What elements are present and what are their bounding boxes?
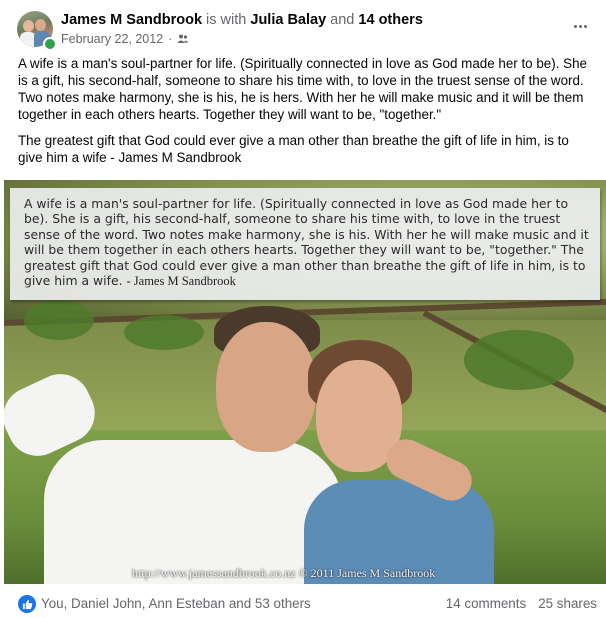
comments-count-link[interactable]: 14 comments [446, 596, 526, 611]
photo-man-face [216, 322, 316, 452]
like-icon[interactable] [18, 595, 36, 613]
facebook-post: James M Sandbrook is with Julia Balay an… [0, 0, 606, 618]
photo-caption: A wife is a man's soul-partner for life.… [24, 196, 596, 289]
photo-caption-box: A wife is a man's soul-partner for life.… [10, 188, 600, 300]
photo-caption-text: A wife is a man's soul-partner for life.… [24, 196, 589, 289]
photo-caption-signature: - James M Sandbrook [126, 274, 236, 289]
photo-foliage [124, 315, 204, 350]
more-options-icon[interactable] [570, 16, 590, 36]
post-paragraph-2: The greatest gift that God could ever gi… [18, 133, 569, 165]
shares-count-link[interactable]: 25 shares [538, 596, 597, 611]
photo-foliage [24, 300, 94, 340]
post-paragraph-1: A wife is a man's soul-partner for life.… [18, 56, 587, 122]
tagged-person-link[interactable]: Julia Balay [250, 12, 326, 28]
post-date-link[interactable]: February 22, 2012 [61, 32, 163, 46]
photo-watermark: http://www.jamessandbrook.co.nz © 2011 J… [132, 566, 436, 580]
post-header: James M Sandbrook is with Julia Balay an… [0, 0, 606, 52]
post-meta: February 22, 2012 · [61, 32, 189, 46]
online-status-indicator [43, 37, 57, 51]
photo-man-shirt [44, 440, 344, 584]
engagement-counts: 14 comments 25 shares [446, 596, 597, 611]
post-photo[interactable]: A wife is a man's soul-partner for life.… [4, 180, 606, 584]
author-name-link[interactable]: James M Sandbrook [61, 12, 202, 28]
photo-foliage [464, 330, 574, 390]
post-header-line: James M Sandbrook is with Julia Balay an… [61, 12, 423, 28]
friends-icon[interactable] [177, 33, 189, 45]
post-footer: You, Daniel John, Ann Esteban and 53 oth… [0, 590, 606, 618]
reactions-summary-link[interactable]: You, Daniel John, Ann Esteban and 53 oth… [41, 596, 311, 611]
post-text: A wife is a man's soul-partner for life.… [18, 55, 596, 175]
tagged-others-link[interactable]: 14 others [358, 12, 422, 28]
is-with-text: is with [206, 12, 247, 28]
meta-separator: · [168, 32, 173, 46]
and-text: and [330, 12, 355, 28]
